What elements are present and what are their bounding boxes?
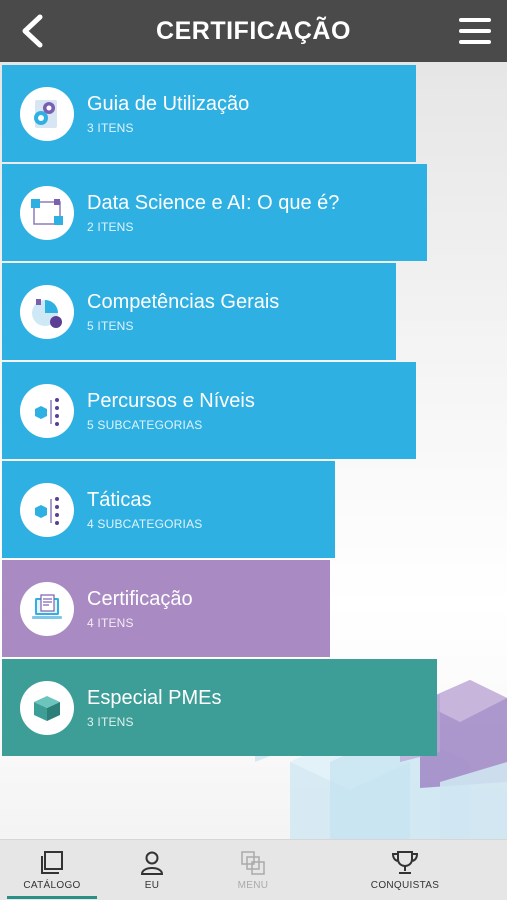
category-item-competencias[interactable]: Competências Gerais 5 ITENS <box>2 263 396 360</box>
nav-catalogo[interactable]: CATÁLOGO <box>12 840 92 900</box>
category-item-guia[interactable]: Guia de Utilização 3 ITENS <box>2 65 416 162</box>
category-count: 2 ITENS <box>87 220 134 234</box>
trophy-icon <box>391 849 419 877</box>
back-button[interactable] <box>14 12 50 50</box>
cube-tree-icon <box>20 482 74 537</box>
top-bar: CERTIFICAÇÃO <box>0 0 507 62</box>
category-count: 3 ITENS <box>87 121 134 135</box>
category-name: Data Science e AI: O que é? <box>87 192 340 214</box>
category-item-certificacao[interactable]: Certificação 4 ITENS <box>2 560 330 657</box>
category-count: 3 ITENS <box>87 715 134 729</box>
pie-chart-icon <box>20 284 74 339</box>
category-name: Especial PMEs <box>87 687 222 709</box>
hamburger-menu-button[interactable] <box>459 14 493 48</box>
category-name: Táticas <box>87 489 152 511</box>
category-name: Certificação <box>87 588 193 610</box>
category-item-taticas[interactable]: Táticas 4 SUBCATEGORIAS <box>2 461 335 558</box>
nav-label: EU <box>144 880 160 891</box>
page-title: CERTIFICAÇÃO <box>156 16 351 45</box>
laptop-document-icon <box>20 581 74 636</box>
category-count: 4 ITENS <box>87 616 134 630</box>
nav-label: MENU <box>237 880 269 891</box>
category-name: Percursos e Níveis <box>87 390 255 412</box>
category-count: 5 SUBCATEGORIAS <box>87 418 203 432</box>
category-count: 4 SUBCATEGORIAS <box>87 517 203 531</box>
active-tab-indicator <box>7 896 97 899</box>
catalog-icon <box>39 849 65 877</box>
category-name: Guia de Utilização <box>87 93 250 115</box>
category-item-percursos[interactable]: Percursos e Níveis 5 SUBCATEGORIAS <box>2 362 416 459</box>
user-icon <box>139 849 165 877</box>
category-item-especial-pmes[interactable]: Especial PMEs 3 ITENS <box>2 659 437 756</box>
nav-conquistas[interactable]: CONQUISTAS <box>360 840 450 900</box>
category-name: Competências Gerais <box>87 291 280 313</box>
nav-eu[interactable]: EU <box>112 840 192 900</box>
bottom-navigation: CATÁLOGO EU MENU CONQUISTAS <box>0 839 507 900</box>
nav-menu[interactable]: MENU <box>213 840 293 900</box>
nav-label: CATÁLOGO <box>23 880 81 891</box>
hamburger-icon <box>459 18 491 22</box>
cube-icon <box>20 680 74 735</box>
category-count: 5 ITENS <box>87 319 134 333</box>
category-item-data-science[interactable]: Data Science e AI: O que é? 2 ITENS <box>2 164 427 261</box>
gears-icon <box>20 86 74 141</box>
cube-tree-icon <box>20 383 74 438</box>
chevron-left-icon <box>22 14 43 48</box>
cube-flow-icon <box>20 185 74 240</box>
menu-stack-icon <box>240 849 266 877</box>
nav-label: CONQUISTAS <box>370 880 440 891</box>
